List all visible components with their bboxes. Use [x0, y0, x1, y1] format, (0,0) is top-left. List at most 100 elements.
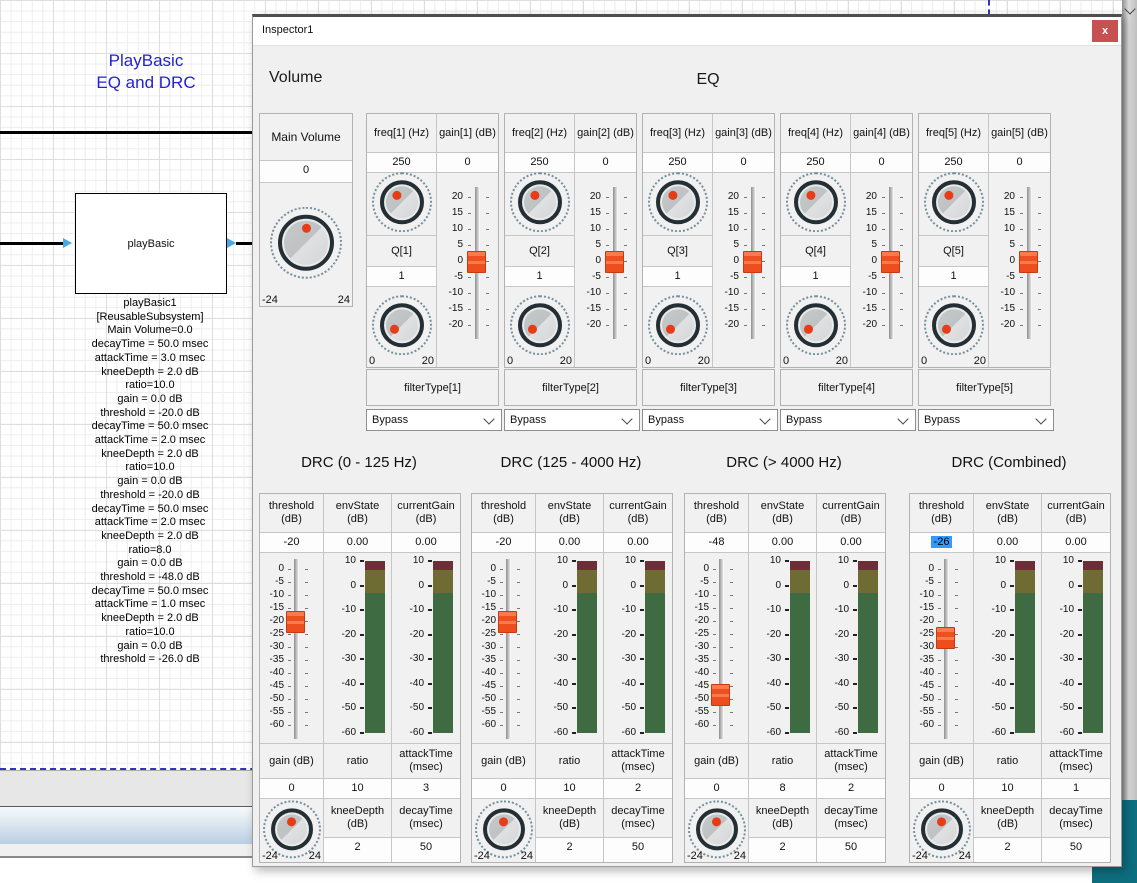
drc-attacktime-value[interactable]: 2 — [817, 779, 885, 799]
eq-q-knob[interactable] — [656, 303, 700, 347]
block-parameter-line: ratio=10.0 — [20, 626, 280, 640]
eq-gain-value[interactable]: 0 — [989, 153, 1050, 173]
knob-indicator-dot — [499, 817, 508, 826]
chevron-down-icon[interactable] — [1124, 3, 1135, 14]
eq-q-knob[interactable] — [794, 303, 838, 347]
drc-decaytime-value[interactable]: 50 — [817, 838, 885, 862]
eq-freq-value[interactable]: 250 — [781, 153, 850, 173]
eq-freq-knob[interactable] — [932, 180, 976, 224]
main-volume-value[interactable]: 0 — [260, 161, 352, 183]
drc-decaytime-value[interactable]: 50 — [1042, 838, 1110, 862]
eq-q-knob[interactable] — [932, 303, 976, 347]
tick-mark — [853, 732, 857, 734]
drc-gain-header: gain (dB) — [910, 744, 973, 779]
drc-gain-knob[interactable] — [271, 808, 313, 850]
drc-threshold-value[interactable]: -20 — [472, 533, 535, 553]
drc-kneedepth-value[interactable]: 2 — [536, 838, 603, 862]
eq-freq-knob[interactable] — [656, 180, 700, 224]
eq-q-knob[interactable] — [380, 303, 424, 347]
chevron-down-icon — [621, 413, 632, 424]
eq-q-value[interactable]: 1 — [505, 267, 574, 287]
meter-zone-green — [1083, 593, 1103, 733]
drc-gain-value[interactable]: 0 — [685, 779, 748, 799]
eq-filtertype-select[interactable]: Bypass — [642, 409, 778, 431]
slider-handle[interactable] — [605, 251, 624, 273]
slider-handle[interactable] — [286, 611, 305, 633]
eq-band-panel: freq[2] (Hz)250Q[2]1020gain[2] (dB)02015… — [504, 113, 637, 368]
eq-gain-slider-zone: 20151050-5-10-15-20 — [989, 173, 1050, 367]
tick-mark — [1038, 197, 1041, 198]
drc-ratio-value[interactable]: 10 — [324, 779, 391, 799]
eq-gain-value[interactable]: 0 — [851, 153, 912, 173]
tick-mark — [468, 245, 471, 246]
slider-handle[interactable] — [743, 251, 762, 273]
tick-mark — [640, 683, 644, 685]
drc-attacktime-value[interactable]: 1 — [1042, 779, 1110, 799]
tick-mark — [785, 707, 789, 709]
drc-ratio-value[interactable]: 8 — [749, 779, 816, 799]
drc-envstate-header: envState (dB) — [974, 494, 1041, 533]
drc-gain-knob[interactable] — [921, 808, 963, 850]
drc-gain-value[interactable]: 0 — [910, 779, 973, 799]
eq-filtertype-selected-value: Bypass — [786, 414, 822, 426]
eq-freq-value[interactable]: 250 — [919, 153, 988, 173]
eq-gain-value[interactable]: 0 — [437, 153, 498, 173]
eq-freq-knob[interactable] — [794, 180, 838, 224]
chevron-down-icon — [1035, 413, 1046, 424]
tick-label: 10 — [604, 555, 636, 567]
window-titlebar[interactable]: Inspector1 x — [253, 17, 1121, 46]
slider-handle[interactable] — [881, 251, 900, 273]
drc-threshold-value[interactable]: -26 — [910, 533, 973, 553]
slider-handle[interactable] — [711, 684, 730, 706]
eq-freq-knob[interactable] — [380, 180, 424, 224]
eq-freq-column: freq[3] (Hz)250Q[3]1020 — [643, 114, 713, 367]
drc-kneedepth-value[interactable]: 2 — [324, 838, 391, 862]
eq-q-knob[interactable] — [518, 303, 562, 347]
drc-gain-value[interactable]: 0 — [260, 779, 323, 799]
drc-attacktime-value[interactable]: 2 — [604, 779, 672, 799]
eq-freq-value[interactable]: 250 — [643, 153, 712, 173]
eq-gain-value[interactable]: 0 — [713, 153, 774, 173]
tick-mark — [486, 213, 489, 214]
eq-q-value[interactable]: 1 — [367, 267, 436, 287]
drc-attacktime-value[interactable]: 3 — [392, 779, 460, 799]
vertical-scrollbar[interactable] — [1122, 0, 1137, 802]
playbasic-subsystem-block[interactable]: playBasic — [75, 193, 227, 294]
tick-mark — [468, 309, 471, 310]
drc-gain-knob[interactable] — [696, 808, 738, 850]
eq-q-value[interactable]: 1 — [781, 267, 850, 287]
eq-q-value[interactable]: 1 — [919, 267, 988, 287]
drc-kneedepth-value[interactable]: 2 — [974, 838, 1041, 862]
eq-freq-knob[interactable] — [518, 180, 562, 224]
drc-kneedepth-value[interactable]: 2 — [749, 838, 816, 862]
eq-gain-value[interactable]: 0 — [575, 153, 636, 173]
eq-q-value[interactable]: 1 — [643, 267, 712, 287]
eq-freq-value[interactable]: 250 — [367, 153, 436, 173]
eq-filtertype-select[interactable]: Bypass — [780, 409, 916, 431]
eq-filtertype-select[interactable]: Bypass — [504, 409, 640, 431]
drc-threshold-value[interactable]: -48 — [685, 533, 748, 553]
slider-handle[interactable] — [1019, 251, 1038, 273]
slider-handle[interactable] — [467, 251, 486, 273]
drc-ratio-value[interactable]: 10 — [974, 779, 1041, 799]
drc-gain-knob[interactable] — [483, 808, 525, 850]
knob-indicator-dot — [712, 817, 721, 826]
tick-mark — [288, 647, 291, 648]
tick-mark — [955, 582, 958, 583]
drc-gain-value[interactable]: 0 — [472, 779, 535, 799]
slider-handle[interactable] — [936, 627, 955, 649]
tick-label: -40 — [910, 667, 934, 679]
tick-mark — [1038, 309, 1041, 310]
eq-filtertype-select[interactable]: Bypass — [366, 409, 502, 431]
close-icon[interactable]: x — [1092, 20, 1118, 42]
eq-freq-value[interactable]: 250 — [505, 153, 574, 173]
drc-threshold-value[interactable]: -20 — [260, 533, 323, 553]
drc-ratio-value[interactable]: 10 — [536, 779, 603, 799]
drc-decaytime-value[interactable]: 50 — [392, 838, 460, 862]
knob-indicator-dot — [526, 323, 538, 335]
main-volume-knob[interactable] — [278, 214, 334, 270]
eq-filtertype-select[interactable]: Bypass — [918, 409, 1054, 431]
drc-decaytime-value[interactable]: 50 — [604, 838, 672, 862]
slider-handle[interactable] — [498, 611, 517, 633]
chevron-down-icon — [483, 413, 494, 424]
